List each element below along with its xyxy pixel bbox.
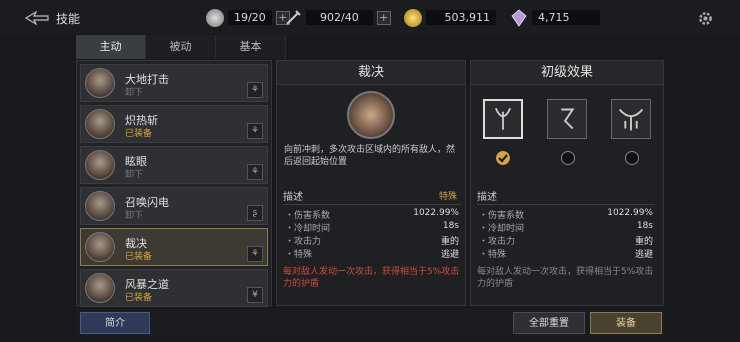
section-label: 描述 xyxy=(477,192,497,203)
skill-item[interactable]: 大地打击 卸下 ⚘ xyxy=(80,64,268,102)
stat-row: ・伤害系数 1022.99% xyxy=(285,208,459,221)
gear-icon[interactable] xyxy=(697,10,714,27)
resource-gold: 503,911 xyxy=(404,8,496,27)
skill-portrait xyxy=(85,109,115,139)
sword-value: 902/40 xyxy=(306,10,373,25)
stat-row: ・冷却时间 18s xyxy=(285,221,459,234)
skill-rune-icon: ⚘ xyxy=(247,246,263,262)
skill-status: 已装备 xyxy=(125,252,153,262)
effects-panel: 初级效果 描述 ・伤害系数 1022.99% ・冷却时间 18s ・攻击力 重的 ・特… xyxy=(470,60,664,306)
skill-item[interactable]: 风暴之道 已装备 ¥ xyxy=(80,269,268,307)
tab-active-skills[interactable]: 主动 xyxy=(76,35,146,59)
resource-crystal: 4,715 xyxy=(510,8,600,27)
skill-rune-icon: ʂ xyxy=(247,205,263,221)
effect-horns-icon[interactable] xyxy=(611,99,651,139)
add-sword-button[interactable]: + xyxy=(376,10,391,25)
skill-status: 卸下 xyxy=(125,88,144,98)
effect-radio[interactable] xyxy=(625,151,639,165)
effects-section-header: 描述 xyxy=(477,188,655,204)
skill-portrait xyxy=(85,232,115,262)
skill-list: 大地打击 卸下 ⚘ 炽热斩 已装备 ⚘ 眩眼 卸下 ⚘ 召唤闪电 卸下 ʂ 裁决… xyxy=(76,60,272,307)
page-title: 技能 xyxy=(56,12,81,26)
effect-hook-icon[interactable] xyxy=(547,99,587,139)
resource-silver: 19/20 + xyxy=(206,8,290,27)
skill-status: 卸下 xyxy=(125,211,144,221)
stat-row: ・攻击力 重的 xyxy=(285,237,459,247)
skill-status: 已装备 xyxy=(125,293,153,303)
divider xyxy=(477,204,655,205)
skill-rune-icon: ⚘ xyxy=(247,164,263,180)
skill-portrait xyxy=(85,191,115,221)
crystal-value: 4,715 xyxy=(532,10,600,25)
shield-note: 每对敌人发动一次攻击，获得相当于5%攻击力的护盾 xyxy=(283,267,460,289)
tab-basic-skills[interactable]: 基本 xyxy=(216,35,286,59)
section-label: 描述 xyxy=(283,192,303,203)
intro-button[interactable]: 简介 xyxy=(80,312,150,334)
effects-title: 初级效果 xyxy=(471,61,663,85)
skill-portrait xyxy=(85,150,115,180)
back-arrow-icon[interactable] xyxy=(24,11,50,25)
skill-large-icon xyxy=(347,91,395,139)
skill-rune-icon: ⚘ xyxy=(247,123,263,139)
skill-item-selected[interactable]: 裁决 已装备 ⚘ xyxy=(80,228,268,266)
effect-bow-icon[interactable] xyxy=(483,99,523,139)
top-bar: 技能 19/20 + 902/40 + 503,911 4,715 xyxy=(0,0,740,34)
gold-coin-icon xyxy=(404,8,422,27)
gold-value: 503,911 xyxy=(426,10,496,25)
purple-crystal-icon xyxy=(511,8,527,27)
skill-portrait xyxy=(85,68,115,98)
stat-row: ・特殊 逃避 xyxy=(479,250,653,260)
skill-status: 卸下 xyxy=(125,170,144,180)
equip-button[interactable]: 装备 xyxy=(590,312,662,334)
sword-icon xyxy=(286,9,301,25)
bottom-bar: 简介 全部重置 装备 xyxy=(76,309,664,337)
skill-description: 向前冲刺，多次攻击区域内的所有敌人，然后返回起始位置 xyxy=(284,145,456,167)
effect-note: 每对敌人发动一次攻击，获得相当于5%攻击力的护盾 xyxy=(477,267,654,289)
skill-tabs: 主动 被动 基本 xyxy=(76,35,286,59)
stat-row: ・特殊 逃避 xyxy=(285,250,459,260)
stat-row: ・攻击力 重的 xyxy=(479,237,653,247)
skill-status: 已装备 xyxy=(125,129,153,139)
skill-rune-icon: ⚘ xyxy=(247,82,263,98)
skill-item[interactable]: 眩眼 卸下 ⚘ xyxy=(80,146,268,184)
skill-item[interactable]: 炽热斩 已装备 ⚘ xyxy=(80,105,268,143)
silver-badge-icon xyxy=(206,8,224,27)
skill-detail-title: 裁决 xyxy=(277,61,465,85)
tab-passive-skills[interactable]: 被动 xyxy=(146,35,216,59)
divider xyxy=(283,204,461,205)
detail-section-header: 描述 特殊 xyxy=(283,188,461,204)
effect-radio[interactable] xyxy=(561,151,575,165)
special-tag: 特殊 xyxy=(438,192,457,202)
skill-portrait xyxy=(85,273,115,303)
reset-all-button[interactable]: 全部重置 xyxy=(513,312,585,334)
stat-row: ・冷却时间 18s xyxy=(479,221,653,234)
skill-rune-icon: ¥ xyxy=(247,287,263,303)
silver-value: 19/20 xyxy=(228,10,272,25)
resource-sword: 902/40 + xyxy=(284,9,391,26)
stat-row: ・伤害系数 1022.99% xyxy=(479,208,653,221)
checkmark-icon[interactable] xyxy=(496,151,510,165)
skill-item[interactable]: 召唤闪电 卸下 ʂ xyxy=(80,187,268,225)
skill-detail-panel: 裁决 向前冲刺，多次攻击区域内的所有敌人，然后返回起始位置 描述 特殊 ・伤害系… xyxy=(276,60,466,306)
